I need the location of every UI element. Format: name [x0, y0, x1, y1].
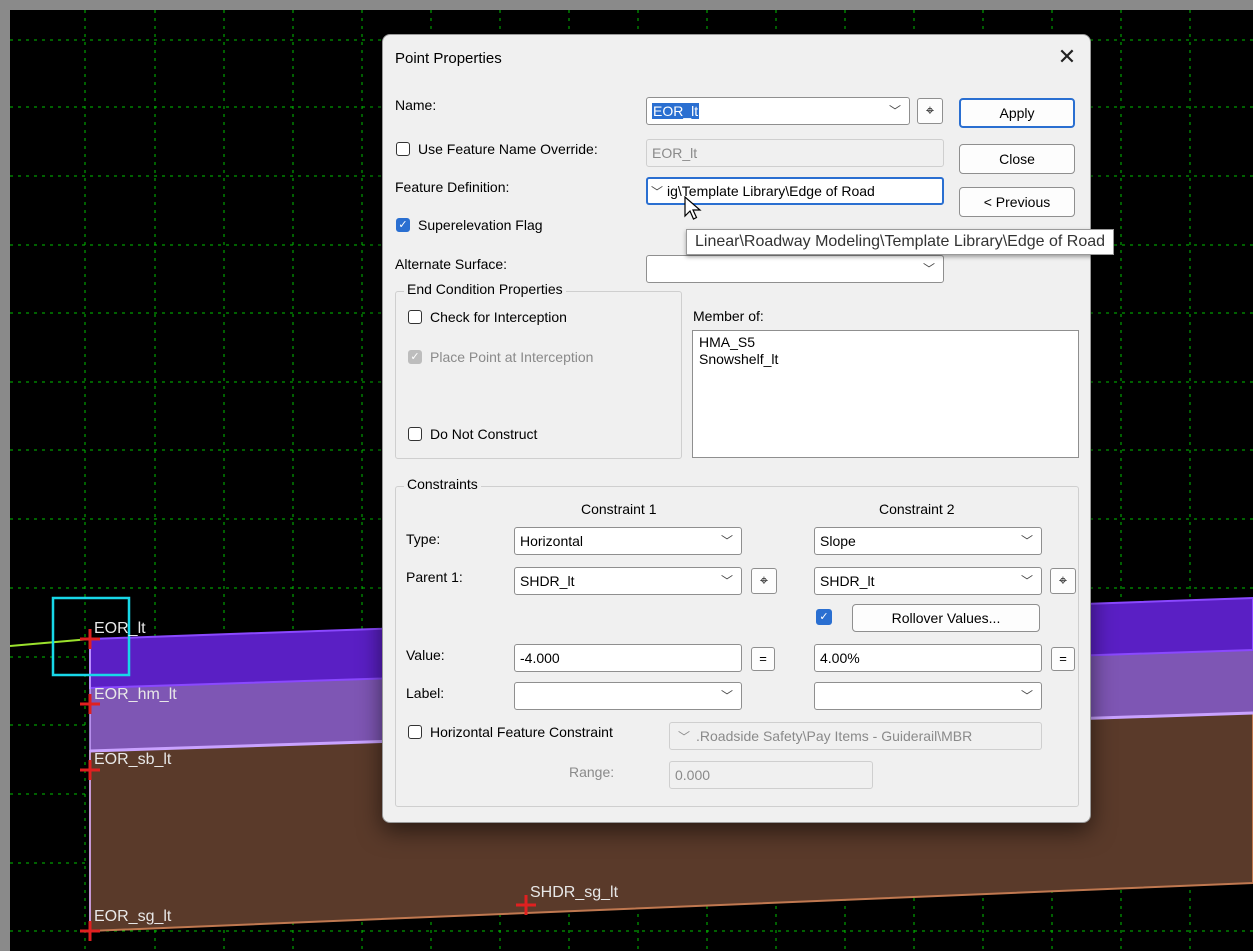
rollover-values-button[interactable]: Rollover Values...	[852, 604, 1040, 632]
close-button[interactable]: Close	[959, 144, 1075, 174]
constraint2-header: Constraint 2	[879, 501, 955, 517]
feature-definition-label: Feature Definition:	[395, 179, 510, 195]
chevron-down-icon: ﹀	[1020, 534, 1033, 548]
horizontal-feature-label: Horizontal Feature Constraint	[430, 724, 613, 740]
type-label: Type:	[406, 531, 441, 547]
do-not-construct-label: Do Not Construct	[430, 426, 538, 442]
check-interception-checkbox[interactable]	[408, 310, 422, 324]
member-of-list[interactable]: HMA_S5 Snowshelf_lt	[692, 330, 1079, 458]
chevron-down-icon: ﹀	[1020, 689, 1033, 703]
constraint1-type-value: Horizontal	[520, 533, 584, 549]
constraint2-type-dropdown[interactable]: Slope ﹀	[814, 527, 1042, 555]
close-icon[interactable]: ✕	[1051, 41, 1083, 73]
range-label: Range:	[569, 764, 615, 780]
point-label-shdr-sg-lt: SHDR_sg_lt	[530, 884, 619, 901]
superelevation-checkbox[interactable]: ✓	[396, 218, 410, 232]
feature-definition-tooltip: Linear\Roadway Modeling\Template Library…	[686, 229, 1115, 255]
constraint1-parent-value: SHDR_lt	[520, 573, 575, 589]
constraint1-label-dropdown[interactable]: ﹀	[514, 682, 742, 710]
point-label-eor-hm-lt: EOR_hm_lt	[94, 686, 177, 703]
member-of-label: Member of:	[693, 308, 764, 324]
value-label: Value:	[406, 647, 445, 663]
check-interception-label: Check for Interception	[430, 309, 567, 325]
mouse-cursor-icon	[684, 195, 702, 227]
list-item[interactable]: HMA_S5	[693, 334, 1078, 351]
constraint1-value-input[interactable]: -4.000	[514, 644, 742, 672]
constraint2-type-value: Slope	[820, 533, 856, 549]
constraint1-parent-dropdown[interactable]: SHDR_lt ﹀	[514, 567, 742, 595]
end-condition-title: End Condition Properties	[404, 281, 566, 297]
chevron-down-icon: ﹀	[922, 262, 935, 276]
point-properties-dialog: Point Properties ✕ Name: EOR_lt ﹀ ⌖ Appl…	[382, 34, 1091, 823]
horizontal-feature-dropdown[interactable]: ﹀ .Roadside Safety\Pay Items - Guiderail\…	[669, 722, 1042, 750]
dialog-title: Point Properties	[395, 50, 502, 67]
alternate-surface-dropdown[interactable]: ﹀	[646, 255, 944, 283]
point-label-eor-sg-lt: EOR_sg_lt	[94, 908, 172, 925]
chevron-down-icon: ﹀	[720, 689, 733, 703]
chevron-down-icon: ﹀	[651, 185, 664, 199]
point-label-eor-lt: EOR_lt	[94, 620, 146, 637]
alternate-surface-label: Alternate Surface:	[395, 256, 508, 272]
constraints-title: Constraints	[404, 476, 481, 492]
name-label: Name:	[395, 97, 437, 113]
apply-button[interactable]: Apply	[959, 98, 1075, 128]
name-value: EOR_lt	[652, 103, 700, 119]
constraint2-parent-dropdown[interactable]: SHDR_lt ﹀	[814, 567, 1042, 595]
name-dropdown[interactable]: EOR_lt ﹀	[646, 97, 910, 125]
use-override-label: Use Feature Name Override:	[418, 141, 598, 157]
point-label-eor-sb-lt: EOR_sb_lt	[94, 751, 172, 768]
constraint1-type-dropdown[interactable]: Horizontal ﹀	[514, 527, 742, 555]
chevron-down-icon: ﹀	[678, 730, 691, 744]
pick-parent1-icon[interactable]: ⌖	[751, 568, 777, 594]
place-point-label: Place Point at Interception	[430, 349, 594, 365]
override-field[interactable]: EOR_lt	[646, 139, 944, 167]
constraint2-parent-value: SHDR_lt	[820, 573, 875, 589]
previous-button[interactable]: < Previous	[959, 187, 1075, 217]
list-item[interactable]: Snowshelf_lt	[693, 351, 1078, 368]
constraint2-equals-button[interactable]: =	[1051, 647, 1075, 671]
do-not-construct-checkbox[interactable]	[408, 427, 422, 441]
leader-line	[10, 638, 91, 647]
horizontal-feature-value: .Roadside Safety\Pay Items - Guiderail\M…	[696, 728, 973, 744]
constraint1-equals-button[interactable]: =	[751, 647, 775, 671]
constraint2-value-input[interactable]: 4.00%	[814, 644, 1042, 672]
horizontal-feature-checkbox[interactable]	[408, 725, 422, 739]
chevron-down-icon: ﹀	[720, 574, 733, 588]
use-override-checkbox[interactable]	[396, 142, 410, 156]
chevron-down-icon: ﹀	[1020, 574, 1033, 588]
constraint1-header: Constraint 1	[581, 501, 657, 517]
place-point-checkbox[interactable]: ✓	[408, 350, 422, 364]
chevron-down-icon: ﹀	[720, 534, 733, 548]
rollover-checkbox[interactable]: ✓	[816, 609, 832, 625]
range-input[interactable]: 0.000	[669, 761, 873, 789]
superelevation-label: Superelevation Flag	[418, 217, 543, 233]
pick-point-icon[interactable]: ⌖	[917, 98, 943, 124]
pick-parent2-icon[interactable]: ⌖	[1050, 568, 1076, 594]
parent-label: Parent 1:	[406, 569, 463, 585]
constraint2-label-dropdown[interactable]: ﹀	[814, 682, 1042, 710]
chevron-down-icon: ﹀	[888, 104, 901, 118]
label-label: Label:	[406, 685, 445, 701]
